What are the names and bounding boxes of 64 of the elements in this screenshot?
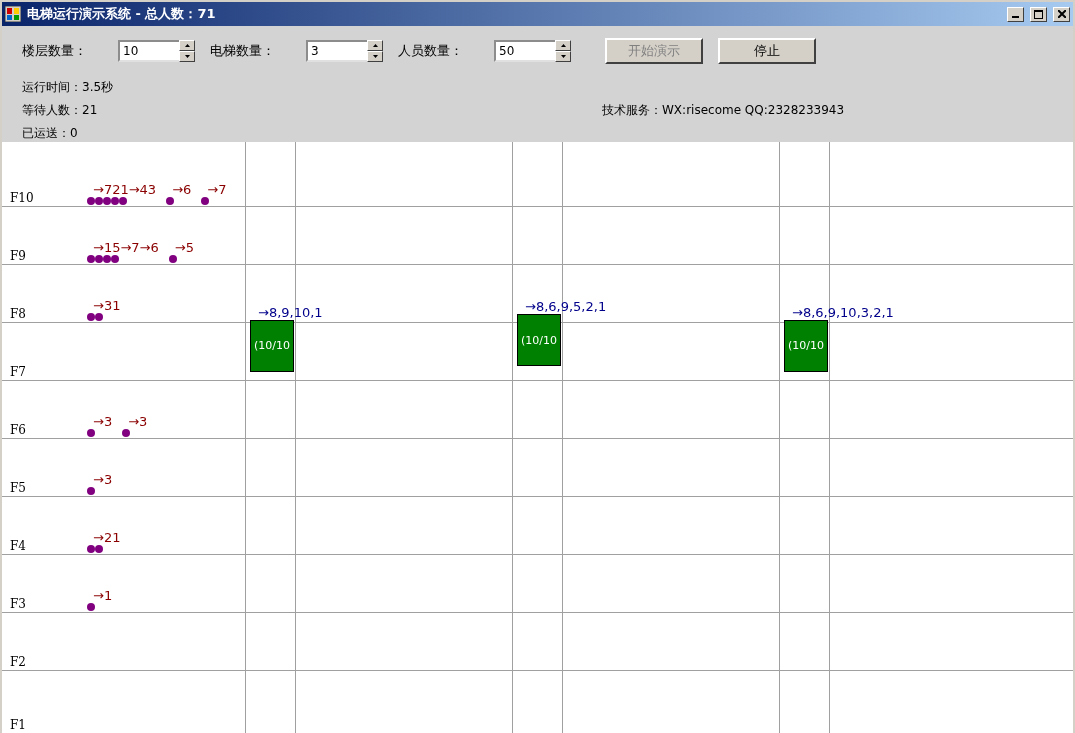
spin-down-button[interactable] <box>555 51 571 62</box>
floor-label: F4 <box>9 539 27 553</box>
floor-label: F1 <box>9 718 27 732</box>
floor-label: F9 <box>9 249 27 263</box>
status-text: 等待人数：21 <box>22 102 99 119</box>
destination-label: →7 <box>206 183 227 197</box>
status-text: 已运送：0 <box>22 125 79 142</box>
minimize-button[interactable] <box>1007 6 1024 22</box>
destination-label: →1 <box>92 589 113 603</box>
passenger-dot <box>87 603 95 611</box>
destination-label: →6 <box>171 183 192 197</box>
down-icon <box>560 55 566 58</box>
app-icon <box>5 6 21 22</box>
spin-down-button[interactable] <box>367 51 383 62</box>
passenger-dot <box>168 255 177 263</box>
floor-label: F6 <box>9 423 27 437</box>
spin-up-button[interactable] <box>367 40 383 51</box>
close-icon <box>1057 10 1066 18</box>
maximize-button[interactable] <box>1030 6 1047 22</box>
window-title: 电梯运行演示系统 - 总人数：71 <box>27 5 217 23</box>
destination-label: →721→43 <box>92 183 157 197</box>
passenger-dot <box>166 197 175 205</box>
close-button[interactable] <box>1053 6 1070 22</box>
spin-down-button[interactable] <box>179 51 195 62</box>
elevator-queue: →8,6,9,5,2,1 <box>525 299 607 314</box>
destination-label: →3 <box>127 415 148 429</box>
number-field[interactable]: 3 <box>306 40 367 62</box>
spin-up-button[interactable] <box>179 40 195 51</box>
floor-label: F3 <box>9 597 27 611</box>
setting-label: 楼层数量： <box>22 42 88 60</box>
up-icon <box>184 44 190 47</box>
down-icon <box>372 55 378 58</box>
passenger-dot <box>201 197 210 205</box>
floor-label: F8 <box>9 307 27 321</box>
destination-label: →15→7→6 <box>92 241 159 255</box>
service-text: 技术服务：WX:risecome QQ:2328233943 <box>602 102 846 119</box>
destination-label: →31 <box>92 299 121 313</box>
passenger-dot <box>87 487 95 495</box>
action-button[interactable]: 停止 <box>718 38 816 64</box>
number-field[interactable]: 10 <box>118 40 179 62</box>
destination-label: →5 <box>173 241 194 255</box>
up-icon <box>560 44 566 47</box>
status-text: 运行时间：3.5秒 <box>22 79 115 96</box>
elevator-car: (10/10 <box>250 319 294 372</box>
passenger-dot <box>122 429 131 437</box>
destination-label: →3 <box>92 473 113 487</box>
up-icon <box>372 44 378 47</box>
spin-up-button[interactable] <box>555 40 571 51</box>
number-field[interactable]: 50 <box>494 40 555 62</box>
elevator-car: (10/10 <box>517 314 561 366</box>
setting-label: 人员数量： <box>398 42 464 60</box>
floor-label: F10 <box>9 191 35 205</box>
elevator-car: (10/10 <box>784 319 828 372</box>
maximize-icon <box>1034 9 1043 19</box>
floor-label: F7 <box>9 365 27 379</box>
passenger-dot <box>87 429 95 437</box>
destination-label: →21 <box>92 531 121 545</box>
floor-label: F5 <box>9 481 27 495</box>
down-icon <box>184 55 190 58</box>
setting-label: 电梯数量： <box>210 42 276 60</box>
elevator-queue: →8,6,9,10,3,2,1 <box>792 304 894 320</box>
floor-label: F2 <box>9 655 27 669</box>
elevator-queue: →8,9,10,1 <box>258 304 323 320</box>
destination-label: →3 <box>92 415 113 429</box>
